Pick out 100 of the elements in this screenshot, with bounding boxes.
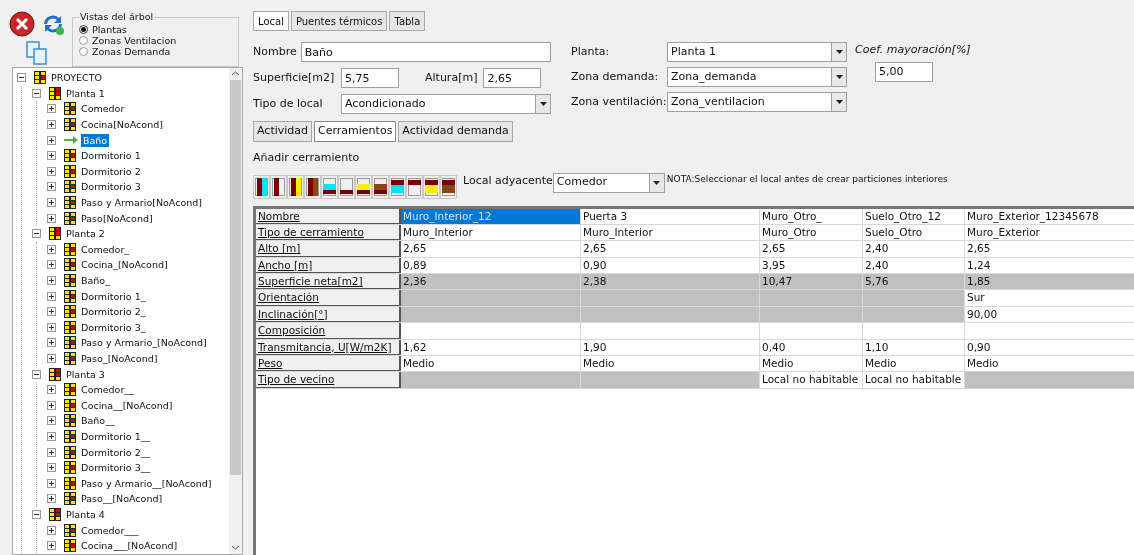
wall-type-button[interactable] [304, 174, 321, 199]
tree-item[interactable]: Cocina_[NoAcond] [79, 258, 170, 272]
expand-icon[interactable] [47, 541, 56, 551]
tree-item[interactable]: Dormitorio 2_ [79, 305, 148, 319]
tree-item[interactable]: Planta 4 [64, 507, 107, 521]
input-field[interactable]: 5,75 [341, 68, 399, 88]
tab[interactable]: Actividad [253, 121, 313, 142]
dropdown-field[interactable]: Zona_demanda [667, 67, 847, 87]
expand-icon[interactable] [47, 166, 56, 176]
tree-item[interactable]: Paso y Armario_[NoAcond] [79, 336, 209, 350]
tab[interactable]: Actividad demanda [398, 121, 513, 142]
table-cell[interactable]: 2,65 [581, 241, 760, 257]
expand-icon[interactable] [47, 338, 56, 348]
dropdown-field[interactable]: Comedor [552, 172, 665, 193]
tree-item[interactable]: Dormitorio 2__ [79, 445, 153, 459]
expand-icon[interactable] [47, 151, 56, 161]
input-field[interactable]: Baño [300, 42, 551, 62]
tab[interactable]: Puentes térmicos [290, 11, 388, 31]
expand-icon[interactable] [47, 291, 56, 301]
input-field[interactable]: 2,65 [483, 68, 542, 88]
tree-item[interactable]: Comedor___ [79, 523, 141, 537]
expand-icon[interactable] [47, 198, 56, 208]
wall-type-button[interactable] [338, 174, 355, 199]
tree-item[interactable]: Dormitorio 1_ [79, 289, 148, 303]
expand-icon[interactable] [47, 244, 56, 254]
expand-icon[interactable] [47, 307, 56, 317]
expand-icon[interactable] [47, 135, 56, 145]
tree-item[interactable]: Paso y Armario[NoAcond] [79, 196, 204, 210]
tree-item[interactable]: Baño [81, 133, 110, 147]
tree-item[interactable]: Comedor [79, 102, 127, 116]
expand-icon[interactable] [47, 463, 56, 473]
tree-item[interactable]: Cocina__[NoAcond] [79, 398, 175, 412]
collapse-icon[interactable] [32, 88, 41, 98]
radio-option[interactable]: Zonas Ventilacion [79, 35, 232, 47]
tree-item[interactable]: Paso_[NoAcond] [79, 352, 160, 365]
wall-type-button[interactable] [270, 174, 287, 199]
tree-item[interactable]: Planta 1 [64, 86, 107, 100]
table-cell[interactable]: 2,65 [760, 241, 863, 257]
expand-icon[interactable] [47, 478, 56, 488]
expand-icon[interactable] [47, 260, 56, 270]
tree-item[interactable]: PROYECTO [49, 71, 104, 85]
tree-item[interactable]: Dormitorio 3 [79, 180, 143, 194]
expand-icon[interactable] [47, 120, 56, 130]
wall-type-button[interactable] [321, 174, 338, 199]
table-cell[interactable]: Local no habitable [760, 372, 863, 388]
expand-icon[interactable] [47, 385, 56, 395]
table-cell[interactable]: 2,40 [863, 241, 965, 257]
dropdown-field[interactable]: Planta 1 [667, 42, 847, 62]
wall-type-button[interactable] [423, 174, 440, 199]
expand-icon[interactable] [47, 400, 56, 410]
wall-type-button[interactable] [440, 174, 457, 199]
expand-icon[interactable] [47, 213, 56, 223]
tree-item[interactable]: Paso[NoAcond] [79, 211, 155, 225]
radio-option[interactable]: Plantas [79, 24, 232, 36]
expand-icon[interactable] [47, 182, 56, 192]
tree-item[interactable]: Cocina[NoAcond] [79, 118, 165, 132]
table-cell[interactable]: Local no habitable [863, 372, 965, 388]
table-cell[interactable]: Medio [581, 356, 760, 372]
table-cell[interactable]: Medio [760, 356, 863, 372]
tab[interactable]: Tabla [389, 11, 426, 31]
tree-item[interactable]: Dormitorio 1 [79, 149, 143, 163]
tree-item[interactable]: Dormitorio 1__ [79, 429, 153, 443]
input-field[interactable]: 5,00 [875, 61, 933, 82]
wall-type-button[interactable] [406, 174, 423, 199]
tree-item[interactable]: Planta 3 [64, 367, 107, 381]
expand-icon[interactable] [47, 447, 56, 457]
table-cell[interactable]: Suelo_Otro_12 [863, 208, 965, 224]
wall-type-button[interactable] [389, 174, 406, 199]
tab[interactable]: Cerramientos [314, 121, 397, 142]
table-cell[interactable]: Puerta 3 [581, 208, 760, 224]
tree-item[interactable]: Cocina___[NoAcond] [79, 539, 180, 553]
dropdown-field[interactable]: Acondicionado [341, 94, 551, 114]
wall-type-button[interactable] [355, 174, 372, 199]
dropdown-field[interactable]: Zona_ventilacion [667, 92, 847, 112]
expand-icon[interactable] [47, 494, 56, 504]
expand-icon[interactable] [47, 322, 56, 332]
collapse-icon[interactable] [32, 369, 41, 379]
table-cell[interactable]: Muro_Otro_ [760, 208, 863, 224]
tree-item[interactable]: Dormitorio 3_ [79, 320, 148, 334]
tree-item[interactable]: Planta 2 [64, 227, 107, 241]
wall-type-button[interactable] [372, 174, 389, 199]
tree-item[interactable]: Paso__[NoAcond] [79, 492, 165, 506]
wall-type-button[interactable] [287, 174, 304, 199]
collapse-icon[interactable] [32, 229, 41, 239]
collapse-icon[interactable] [32, 509, 41, 519]
expand-icon[interactable] [47, 276, 56, 285]
scrollbar[interactable] [229, 68, 242, 554]
table-cell[interactable]: Medio [401, 356, 581, 372]
tree-item[interactable]: Paso y Armario__[NoAcond] [79, 476, 214, 490]
wall-type-button[interactable] [253, 174, 270, 199]
expand-icon[interactable] [47, 431, 56, 441]
tree-item[interactable]: Dormitorio 3__ [79, 461, 153, 475]
expand-icon[interactable] [47, 354, 56, 363]
tree-item[interactable]: Dormitorio 2 [79, 164, 143, 178]
table-cell[interactable]: 2,65 [401, 241, 581, 257]
collapse-icon[interactable] [17, 73, 26, 83]
table-cell[interactable]: Muro_Interior_12 [401, 208, 581, 224]
close-button[interactable] [6, 10, 37, 38]
tree-item[interactable]: Baño__ [79, 414, 117, 428]
expand-icon[interactable] [47, 416, 56, 426]
